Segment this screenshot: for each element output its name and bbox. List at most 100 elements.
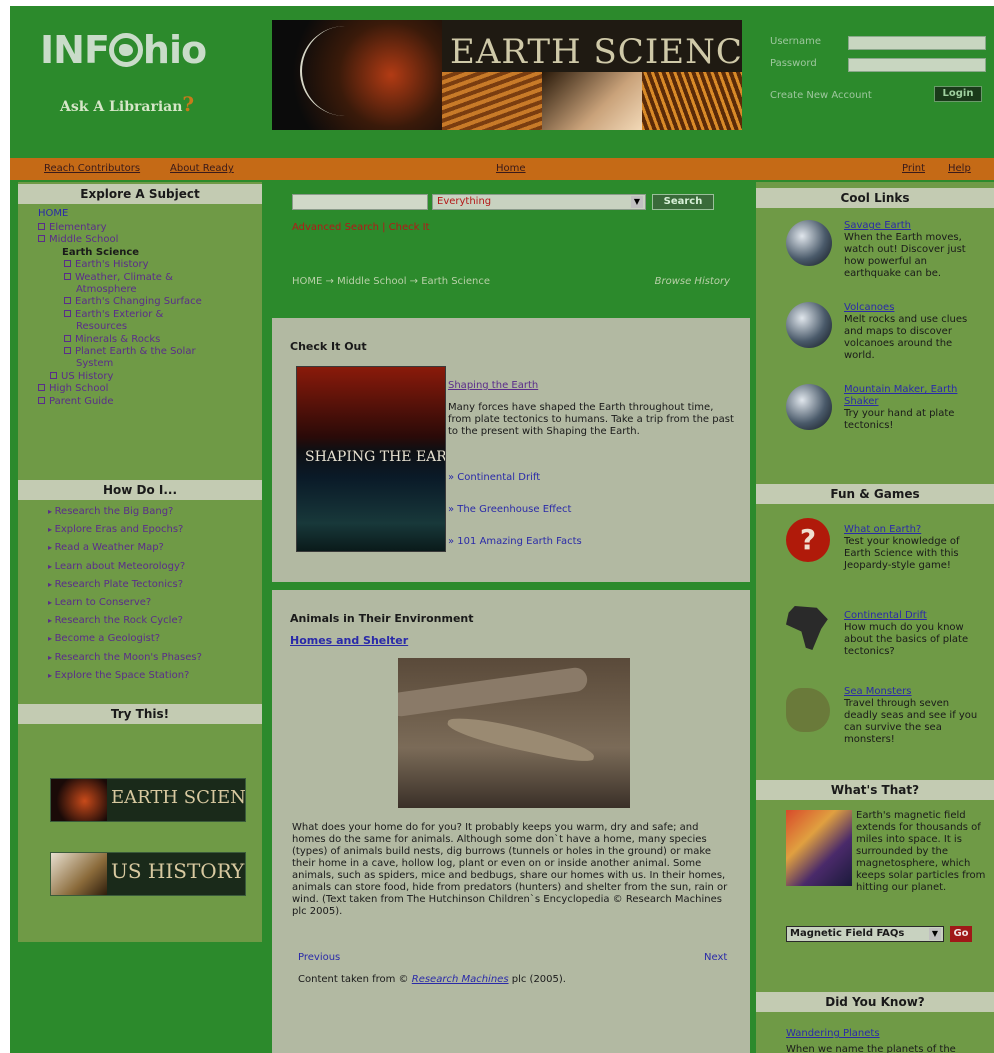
tree-item-label: Earth's History — [75, 259, 149, 271]
tree-item[interactable]: Earth Science — [62, 247, 139, 259]
homes-shelter-link[interactable]: Homes and Shelter — [290, 634, 408, 647]
magnetic-field-image — [786, 810, 852, 886]
question-mark-icon[interactable]: ? — [786, 518, 830, 562]
how-do-i-link[interactable]: Explore Eras and Epochs? — [48, 524, 184, 535]
username-input[interactable] — [848, 36, 986, 50]
earth-globe-icon — [786, 302, 832, 348]
create-account-link[interactable]: Create New Account — [770, 90, 872, 101]
infohio-logo[interactable]: INF hio — [40, 28, 240, 78]
shaping-earth-description: Many forces have shaped the Earth throug… — [448, 402, 734, 437]
shaping-earth-thumbnail[interactable]: SHAPING THE EARTH — [296, 366, 446, 552]
cool-link-title[interactable]: Mountain Maker, Earth Shaker — [844, 384, 984, 408]
shaping-earth-link[interactable]: Shaping the Earth — [448, 380, 538, 391]
tree-item-label: Middle School — [49, 234, 119, 246]
tree-item-label: Elementary — [49, 222, 107, 233]
how-do-i-link[interactable]: Research Plate Tectonics? — [48, 579, 183, 590]
sea-monster-icon[interactable] — [786, 688, 830, 732]
greenhouse-effect-link[interactable]: » The Greenhouse Effect — [448, 504, 571, 515]
try-earth-science-label: EARTH SCIENCE — [111, 787, 246, 808]
did-you-know-heading: Did You Know? — [756, 992, 994, 1012]
nav-link-contributors[interactable]: Reach Contributors — [44, 163, 140, 174]
cool-link-title[interactable]: Savage Earth — [844, 220, 984, 232]
fun-games-heading: Fun & Games — [756, 484, 994, 504]
expand-box-icon — [38, 235, 45, 243]
next-link[interactable]: Next — [704, 952, 727, 963]
fun-game-item: What on Earth? Test your knowledge of Ear… — [844, 524, 984, 572]
how-do-i-link[interactable]: Research the Big Bang? — [48, 506, 174, 517]
search-button[interactable]: Search — [652, 194, 714, 210]
cool-link-title[interactable]: Volcanoes — [844, 302, 984, 314]
fun-game-title[interactable]: Sea Monsters — [844, 686, 984, 698]
did-you-know-text: When we name the planets of the — [786, 1044, 956, 1053]
nav-link-about[interactable]: About Ready — [170, 163, 234, 174]
globe-icon — [108, 33, 143, 67]
how-do-i-link[interactable]: Explore the Space Station? — [48, 670, 190, 681]
tree-item[interactable]: System — [76, 358, 113, 370]
try-earth-science-banner[interactable]: EARTH SCIENCE — [50, 778, 246, 822]
login-button[interactable]: Login — [934, 86, 982, 102]
fun-game-title[interactable]: Continental Drift — [844, 610, 984, 622]
breadcrumb[interactable]: HOME → Middle School → Earth Science — [292, 276, 490, 287]
fun-game-item: Sea Monsters Travel through seven deadly … — [844, 686, 984, 746]
previous-link[interactable]: Previous — [298, 952, 340, 963]
tree-item[interactable]: High School — [38, 383, 108, 395]
how-do-i-heading: How Do I... — [18, 480, 262, 500]
how-do-i-link[interactable]: Learn about Meteorology? — [48, 561, 186, 572]
how-do-i-link[interactable]: Become a Geologist? — [48, 633, 161, 644]
tree-item[interactable]: Weather, Climate & — [64, 272, 173, 284]
advanced-search-link[interactable]: Advanced Search | Check It — [292, 222, 429, 233]
research-machines-link[interactable]: Research Machines — [412, 974, 509, 985]
expand-box-icon — [64, 309, 71, 317]
earth-globe-icon — [786, 220, 832, 266]
animals-body-text: What does your home do for you? It proba… — [292, 822, 728, 917]
how-do-i-link[interactable]: Learn to Conserve? — [48, 597, 152, 608]
left-sidebar: Explore A Subject HOME Elementary Middle … — [18, 182, 262, 942]
tree-item[interactable]: Elementary — [38, 222, 107, 234]
banner-coral-image — [642, 72, 742, 130]
tree-item-label: Earth's Changing Surface — [75, 296, 202, 308]
nav-link-help[interactable]: Help — [948, 163, 971, 174]
ask-a-librarian-link[interactable]: Ask A Librarian? — [60, 92, 194, 116]
content-credit: Content taken from © Research Machines p… — [298, 974, 566, 985]
tree-item[interactable]: Resources — [76, 321, 127, 333]
password-input[interactable] — [848, 58, 986, 72]
credit-prefix: Content taken from © — [298, 974, 409, 985]
tree-item-label: High School — [49, 383, 109, 395]
password-label: Password — [770, 58, 817, 69]
cool-link-text: Try your hand at plate tectonics! — [844, 408, 955, 431]
search-scope-select[interactable]: Everything ▼ — [432, 194, 646, 210]
nav-link-print[interactable]: Print — [902, 163, 925, 174]
africa-map-icon[interactable] — [786, 606, 828, 650]
tree-item[interactable]: Planet Earth & the Solar — [64, 346, 196, 358]
nav-link-home[interactable]: Home — [496, 163, 526, 174]
how-do-i-link[interactable]: Read a Weather Map? — [48, 542, 164, 553]
shaping-earth-thumb-title: SHAPING THE EARTH — [305, 449, 446, 465]
tree-item[interactable]: Earth's History — [64, 259, 149, 271]
tree-item[interactable]: US History — [50, 371, 113, 383]
continental-drift-link[interactable]: » Continental Drift — [448, 472, 540, 483]
magnetic-faq-select[interactable]: Magnetic Field FAQs ▼ — [786, 926, 944, 942]
fun-game-title[interactable]: What on Earth? — [844, 524, 984, 536]
go-button[interactable]: Go — [950, 926, 972, 942]
tree-item[interactable]: Earth's Exterior & — [64, 309, 163, 321]
browse-history-link[interactable]: Browse History — [655, 276, 730, 287]
how-do-i-link[interactable]: Research the Rock Cycle? — [48, 615, 183, 626]
tree-item[interactable]: Middle School — [38, 234, 118, 246]
tree-item[interactable]: Minerals & Rocks — [64, 334, 160, 346]
fun-game-text: Travel through seven deadly seas and see… — [844, 698, 978, 745]
tree-item-label: Atmosphere — [76, 284, 137, 295]
try-us-history-banner[interactable]: US HISTORY — [50, 852, 246, 896]
wandering-planets-link[interactable]: Wandering Planets — [786, 1028, 880, 1039]
tree-item[interactable]: Atmosphere — [76, 284, 137, 296]
search-input[interactable] — [292, 194, 428, 210]
how-do-i-link[interactable]: Research the Moon's Phases? — [48, 652, 202, 663]
chevron-down-icon: ▼ — [631, 196, 643, 208]
tree-item[interactable]: Earth's Changing Surface — [64, 296, 202, 308]
tree-home-link[interactable]: HOME — [38, 208, 68, 220]
fun-game-text: Test your knowledge of Earth Science wit… — [844, 536, 960, 571]
animals-panel: Animals in Their Environment Homes and S… — [272, 590, 750, 1053]
expand-box-icon — [64, 347, 71, 354]
earth-facts-link[interactable]: » 101 Amazing Earth Facts — [448, 536, 582, 547]
tree-item[interactable]: Parent Guide — [38, 396, 114, 408]
tree-item-label: Earth's Exterior & — [75, 308, 164, 320]
